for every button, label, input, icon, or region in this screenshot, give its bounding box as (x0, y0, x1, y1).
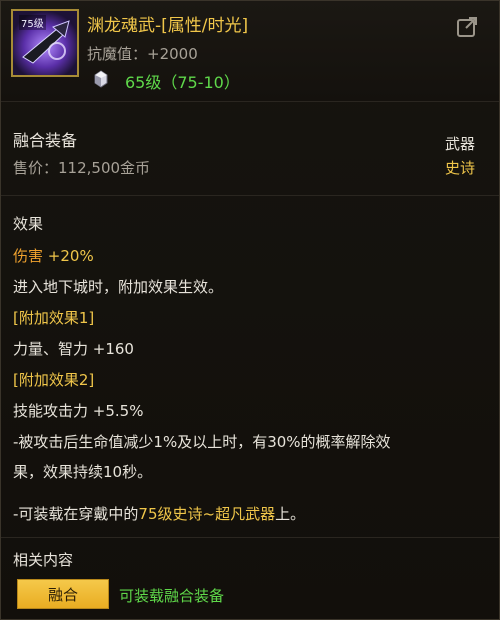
divider (1, 101, 499, 102)
damage-line: 伤害 +20% (13, 245, 94, 266)
item-tooltip: 75级 渊龙魂武-[属性/时光] 抗魔值：+2000 65级（75-10） 融合… (0, 0, 500, 620)
dispel-line-2: 果，效果持续10秒。 (13, 463, 153, 481)
share-icon[interactable] (455, 15, 479, 39)
divider (1, 537, 499, 538)
item-rarity: 史诗 (445, 159, 476, 177)
divider (1, 195, 499, 196)
item-level-tag: 75级 (19, 15, 46, 30)
fusion-desc: 可装载融合装备 (119, 587, 225, 605)
damage-label: 伤害 (13, 247, 44, 265)
effects-title: 效果 (13, 215, 44, 233)
equip-highlight: 75级史诗~超凡武器 (138, 505, 276, 523)
stat-line: 抗魔值：+2000 (87, 43, 198, 64)
price-label: 售价： (13, 159, 59, 177)
item-slot: 武器 (445, 135, 476, 153)
stat-value: +2000 (147, 45, 198, 63)
item-name: 渊龙魂武-[属性/时光] (87, 16, 249, 36)
bonus1-text: 力量、智力 +160 (13, 340, 134, 358)
item-type: 融合装备 (13, 131, 78, 150)
dispel-line-1: -被攻击后生命值减少1%及以上时，有30%的概率解除效 (13, 433, 391, 451)
bonus2-title: [附加效果2] (13, 371, 95, 389)
stat-label: 抗魔值： (87, 45, 148, 63)
bonus1-title: [附加效果1] (13, 309, 95, 327)
damage-value: +20% (47, 247, 94, 265)
fusion-button[interactable]: 融合 (17, 579, 109, 609)
gem-icon (94, 70, 108, 88)
bonus2-text: 技能攻击力 +5.5% (13, 402, 144, 420)
equip-line: -可装载在穿戴中的75级史诗~超凡武器上。 (13, 503, 305, 524)
item-header: 75级 渊龙魂武-[属性/时光] 抗魔值：+2000 65级（75-10） (1, 1, 499, 101)
related-title: 相关内容 (13, 551, 74, 569)
equip-prefix: -可装载在穿戴中的 (13, 505, 139, 523)
weapon-icon: 75级 (11, 9, 79, 77)
equip-suffix: 上。 (275, 505, 306, 523)
price-value: 112,500金币 (58, 159, 151, 177)
dungeon-note: 进入地下城时，附加效果生效。 (13, 278, 224, 296)
price-line: 售价：112,500金币 (13, 157, 150, 178)
level-text: 65级（75-10） (125, 73, 240, 92)
